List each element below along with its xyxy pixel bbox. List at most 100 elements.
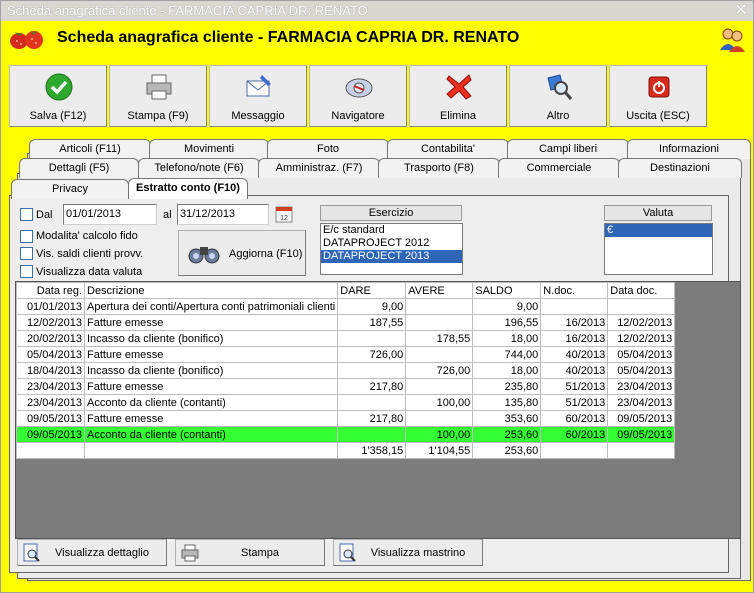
valuta-list: € <box>604 223 713 275</box>
other-button[interactable]: Altro <box>509 65 607 127</box>
table-row[interactable]: 20/02/2013 Incasso da cliente (bonifico) 1… <box>16 330 676 347</box>
col-data-reg[interactable]: Data reg. <box>16 282 85 299</box>
tab-trasporto[interactable]: Trasporto (F8) <box>378 158 500 178</box>
table-cell: 23/04/2013 <box>16 378 85 395</box>
message-button[interactable]: Messaggio <box>209 65 307 127</box>
view-ledger-button[interactable]: Visualizza mastrino <box>333 539 483 566</box>
dal-checkbox[interactable] <box>20 208 33 221</box>
table-cell: 16/2013 <box>540 314 609 331</box>
esercizio-item-selected[interactable]: DATAPROJECT 2013 <box>321 250 462 263</box>
table-cell: 01/01/2013 <box>16 298 85 315</box>
valuta-item-selected[interactable]: € <box>605 224 712 237</box>
message-label: Messaggio <box>231 110 285 122</box>
table-cell: 135,80 <box>472 394 542 411</box>
tab-amministraz[interactable]: Amministraz. (F7) <box>258 158 380 178</box>
total-cell <box>83 442 339 459</box>
table-cell: 60/2013 <box>540 426 609 443</box>
table-row[interactable]: 23/04/2013 Fatture emesse 217,80 235,80 51/2… <box>16 378 676 395</box>
table-cell: 60/2013 <box>540 410 609 427</box>
navigator-button[interactable]: Navigatore <box>309 65 407 127</box>
date-from-field[interactable]: 01/01/2013 <box>63 204 157 225</box>
table-cell: 40/2013 <box>540 346 609 363</box>
print-button[interactable]: Stampa (F9) <box>109 65 207 127</box>
table-cell: 726,00 <box>337 346 407 363</box>
table-cell <box>337 330 407 347</box>
toolbar: Salva (F12) Stampa (F9) Messaggio Naviga… <box>9 65 709 127</box>
tab-dettagli[interactable]: Dettagli (F5) <box>19 158 139 178</box>
total-cell: 1'104,55 <box>405 442 474 459</box>
close-icon[interactable]: ✕ <box>733 3 749 19</box>
esercizio-list: E/c standard DATAPROJECT 2012 DATAPROJEC… <box>320 223 463 275</box>
refresh-label: Aggiorna (F10) <box>229 248 303 260</box>
table-row[interactable]: 09/05/2013 Fatture emesse 217,80 353,60 60/2… <box>16 410 676 427</box>
table-row[interactable]: 05/04/2013 Fatture emesse 726,00 744,00 40/2… <box>16 346 676 363</box>
delete-button[interactable]: Elimina <box>409 65 507 127</box>
table-cell: 51/2013 <box>540 378 609 395</box>
saldi-provv-checkbox[interactable] <box>20 247 33 260</box>
tab-campi-liberi[interactable]: Campi liberi <box>507 139 629 159</box>
calendar-icon[interactable]: 12 <box>275 205 293 223</box>
tab-destinazioni[interactable]: Destinazioni <box>618 158 742 178</box>
table-cell: 18/04/2013 <box>16 362 85 379</box>
table-cell: 09/05/2013 <box>16 410 85 427</box>
tab-contabilita[interactable]: Contabilita' <box>387 139 509 159</box>
col-saldo[interactable]: SALDO <box>472 282 542 299</box>
total-cell: 1'358,15 <box>337 442 407 459</box>
statement-table: Data reg. Descrizione DARE AVERE SALDO N… <box>16 282 676 459</box>
table-row[interactable]: 18/04/2013 Incasso da cliente (bonifico) 7… <box>16 362 676 379</box>
navigator-label: Navigatore <box>331 110 385 122</box>
table-cell <box>337 426 407 443</box>
refresh-button[interactable]: Aggiorna (F10) <box>178 230 306 276</box>
calcolo-fido-checkbox[interactable] <box>20 230 33 243</box>
printer-icon <box>146 74 172 100</box>
table-cell: 05/04/2013 <box>607 362 676 379</box>
data-valuta-checkbox[interactable] <box>20 265 33 278</box>
tab-informazioni[interactable]: Informazioni <box>627 139 751 159</box>
view-ledger-label: Visualizza mastrino <box>370 547 466 559</box>
table-body: 01/01/2013 Apertura dei conti/Apertura co… <box>16 298 676 459</box>
bottom-print-button[interactable]: Stampa <box>175 539 325 566</box>
header: Scheda anagrafica cliente - FARMACIA CAP… <box>1 21 753 57</box>
table-cell: 100,00 <box>405 426 474 443</box>
tab-commerciale[interactable]: Commerciale <box>498 158 620 178</box>
table-row[interactable]: 09/05/2013 Acconto da cliente (contanti) 1… <box>16 426 676 443</box>
totals-row: 1'358,15 1'104,55 253,60 <box>16 442 676 459</box>
col-avere[interactable]: AVERE <box>405 282 474 299</box>
table-cell: 217,80 <box>337 378 407 395</box>
users-icon[interactable] <box>719 26 745 52</box>
table-cell: 40/2013 <box>540 362 609 379</box>
valuta-header: Valuta <box>604 205 712 221</box>
tab-movimenti[interactable]: Movimenti <box>149 139 269 159</box>
tab-foto[interactable]: Foto <box>267 139 389 159</box>
table-cell: 9,00 <box>472 298 542 315</box>
view-detail-button[interactable]: Visualizza dettaglio <box>17 539 167 566</box>
col-dare[interactable]: DARE <box>337 282 407 299</box>
tab-articoli[interactable]: Articoli (F11) <box>29 139 151 159</box>
table-row[interactable]: 01/01/2013 Apertura dei conti/Apertura co… <box>16 298 676 315</box>
table-row[interactable]: 12/02/2013 Fatture emesse 187,55 196,55 16/2… <box>16 314 676 331</box>
esercizio-item[interactable]: DATAPROJECT 2012 <box>321 237 462 250</box>
tab-privacy[interactable]: Privacy <box>11 179 129 199</box>
esercizio-item[interactable]: E/c standard <box>321 224 462 237</box>
tab-telefono-note[interactable]: Telefono/note (F6) <box>138 158 260 178</box>
table-cell <box>405 346 474 363</box>
table-cell: 20/02/2013 <box>16 330 85 347</box>
table-cell <box>540 298 609 315</box>
col-data-doc[interactable]: Data doc. <box>607 282 676 299</box>
table-cell: Incasso da cliente (bonifico) <box>83 362 339 379</box>
col-descrizione[interactable]: Descrizione <box>83 282 339 299</box>
exit-button[interactable]: Uscita (ESC) <box>609 65 707 127</box>
table-cell: Fatture emesse <box>83 378 339 395</box>
date-to-field[interactable]: 31/12/2013 <box>177 204 269 225</box>
save-button[interactable]: Salva (F12) <box>9 65 107 127</box>
power-icon <box>648 76 670 98</box>
col-ndoc[interactable]: N.doc. <box>540 282 609 299</box>
tab-estratto-conto[interactable]: Estratto conto (F10) <box>128 178 248 199</box>
strawberry-logo-icon <box>10 30 43 49</box>
svg-text:12: 12 <box>280 215 288 222</box>
table-row[interactable]: 23/04/2013 Acconto da cliente (contanti) 1… <box>16 394 676 411</box>
table-cell: Acconto da cliente (contanti) <box>83 426 339 443</box>
table-cell <box>405 378 474 395</box>
table-cell: 253,60 <box>472 426 542 443</box>
table-cell <box>337 362 407 379</box>
